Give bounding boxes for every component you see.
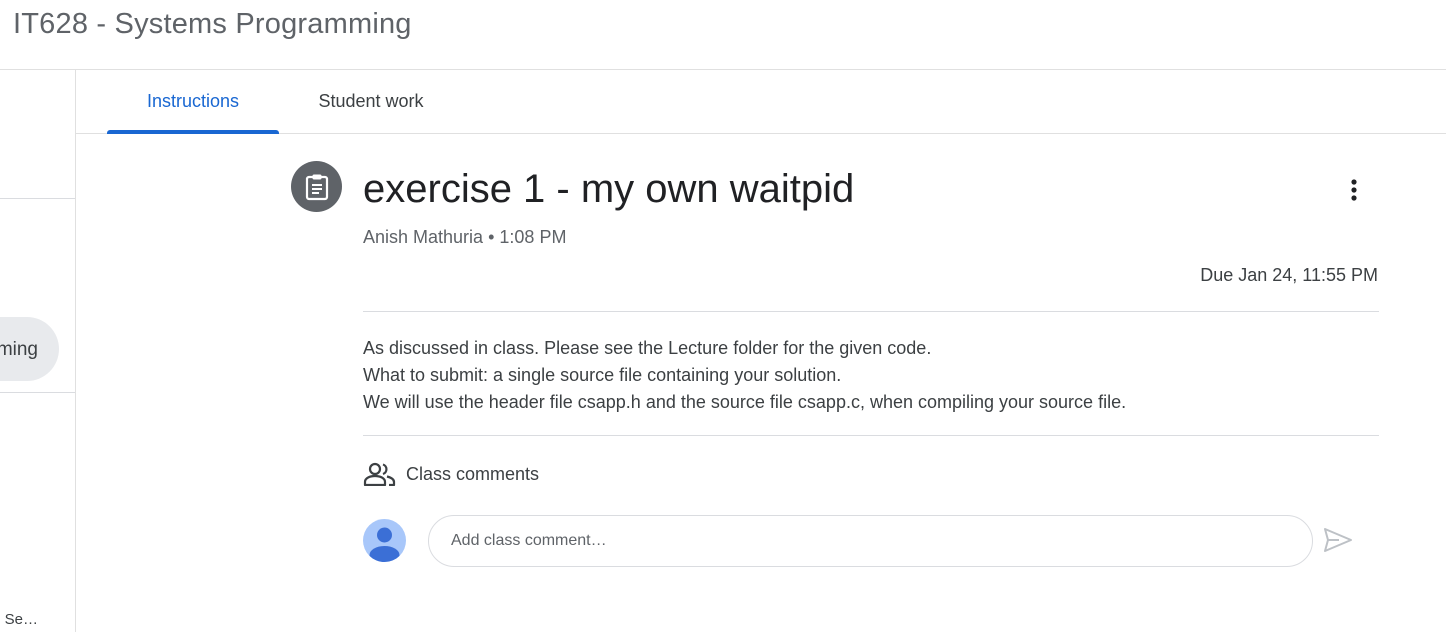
instruction-line: We will use the header file csapp.h and … xyxy=(363,392,1127,412)
divider xyxy=(363,435,1379,436)
sidebar-divider xyxy=(0,392,75,393)
top-bar: IT628 - Systems Programming xyxy=(0,0,1446,70)
more-options-button[interactable] xyxy=(1336,172,1372,208)
assignment-title: exercise 1 - my own waitpid xyxy=(363,167,855,211)
send-icon xyxy=(1324,528,1352,552)
more-vert-icon xyxy=(1351,179,1357,201)
author-name: Anish Mathuria xyxy=(363,227,484,247)
instruction-line: What to submit: a single source file con… xyxy=(363,365,842,385)
sidebar-item-label[interactable]: l Se… xyxy=(0,611,38,628)
assignment-icon xyxy=(291,161,342,212)
add-class-comment-input[interactable] xyxy=(428,515,1313,567)
divider xyxy=(363,311,1379,312)
class-comments-header: Class comments xyxy=(363,459,539,489)
meta-separator: • xyxy=(488,227,495,247)
assignment-instructions: As discussed in class. Please see the Le… xyxy=(363,335,1126,416)
tab-instructions[interactable]: Instructions xyxy=(107,70,279,134)
assignment-meta: Anish Mathuria • 1:08 PM xyxy=(363,227,566,248)
send-comment-button[interactable] xyxy=(1322,526,1354,554)
tab-bar: Instructions Student work xyxy=(76,70,1446,134)
tab-student-work[interactable]: Student work xyxy=(295,70,447,133)
class-comments-label: Class comments xyxy=(406,463,540,484)
class-title[interactable]: IT628 - Systems Programming xyxy=(13,8,412,41)
posted-time: 1:08 PM xyxy=(499,227,567,247)
user-avatar-icon xyxy=(369,527,400,562)
avatar xyxy=(363,519,406,562)
instruction-line: As discussed in class. Please see the Le… xyxy=(363,338,932,358)
sidebar-item-label[interactable]: ming xyxy=(0,339,38,361)
sidebar: ming l Se… xyxy=(0,70,76,632)
due-date: Due Jan 24, 11:55 PM xyxy=(1200,265,1378,285)
people-icon xyxy=(363,462,396,486)
sidebar-divider xyxy=(0,198,75,199)
